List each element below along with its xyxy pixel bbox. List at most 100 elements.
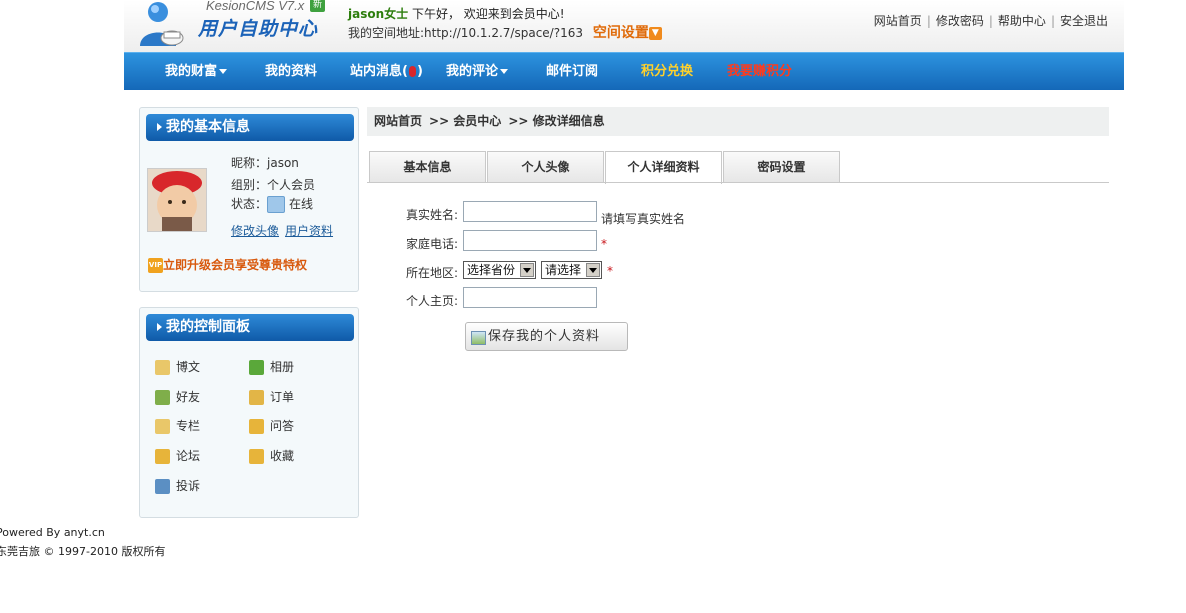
- logo-title: 用户自助中心: [198, 18, 319, 40]
- homepage-label: 个人主页:: [406, 294, 459, 308]
- tab-basic-info[interactable]: 基本信息: [369, 151, 486, 183]
- powered-by: Powered By anyt.cn: [0, 526, 105, 539]
- dropdown-arrow-icon[interactable]: [586, 263, 600, 277]
- tab-password[interactable]: 密码设置: [723, 151, 840, 183]
- profile-nickname: 昵称：jason: [231, 156, 299, 170]
- logo-version: KesionCMS V7.x: [206, 0, 305, 13]
- nav-points-exchange[interactable]: 积分兑换: [641, 53, 693, 90]
- forum-bubble-icon: [155, 449, 170, 464]
- status-label: 状态：: [231, 197, 268, 211]
- chat-bubble-icon: [249, 419, 264, 434]
- cp-column[interactable]: 专栏: [155, 417, 200, 434]
- profile-links: 修改头像 用户资料: [231, 222, 339, 239]
- city-value: 请选择: [545, 263, 582, 277]
- cp-qa-label: 问答: [270, 419, 295, 433]
- phone-input[interactable]: [463, 230, 597, 251]
- cp-qa[interactable]: 问答: [249, 417, 294, 434]
- space-settings-link[interactable]: 空间设置: [593, 25, 649, 41]
- cp-orders-label: 订单: [270, 390, 295, 404]
- orders-icon: [249, 390, 264, 405]
- cp-forum-label: 论坛: [176, 449, 201, 463]
- nav-mail-subscribe[interactable]: 邮件订阅: [546, 53, 598, 90]
- cp-blog[interactable]: 博文: [155, 358, 200, 375]
- nav-wealth[interactable]: 我的财富: [165, 53, 228, 90]
- phone-label: 家庭电话:: [406, 237, 459, 251]
- crumb-current: >> 修改详细信息: [508, 114, 605, 128]
- new-badge: 新: [310, 0, 325, 12]
- space-address: 我的空间地址:http://10.1.2.7/space/?163 空间设置 ▼: [348, 22, 662, 42]
- avatar[interactable]: [147, 168, 207, 232]
- province-select[interactable]: 选择省份: [463, 261, 536, 279]
- profile-panel: 我的基本信息 昵称：jason 组别：个人会员 状态： 在线 修改头像 用户资料 V…: [139, 107, 359, 292]
- main-nav: 我的财富 我的资料 站内消息() 我的评论 邮件订阅 积分兑换 我要赚积分: [124, 52, 1124, 90]
- top-links: 网站首页 | 修改密码 | 帮助中心 | 安全退出: [873, 14, 1108, 28]
- blog-edit-icon: [155, 360, 170, 375]
- image-icon: [471, 331, 486, 345]
- nav-comments[interactable]: 我的评论: [446, 53, 509, 90]
- cp-album[interactable]: 相册: [249, 358, 294, 375]
- region-required-mark: *: [607, 264, 613, 278]
- realname-input[interactable]: [463, 201, 597, 222]
- tabs-divider: [367, 182, 1109, 183]
- nav-messages-label: 站内消息: [350, 64, 403, 79]
- homepage-input[interactable]: [463, 287, 597, 308]
- region-label: 所在地区:: [406, 266, 459, 280]
- cp-complaint[interactable]: 投诉: [155, 477, 200, 494]
- nav-my-profile[interactable]: 我的资料: [265, 53, 317, 90]
- crumb-member[interactable]: >> 会员中心: [429, 114, 501, 128]
- cp-friends-label: 好友: [176, 390, 201, 404]
- save-label: 保存我的个人资料: [488, 329, 601, 344]
- profile-status: 状态： 在线: [231, 195, 313, 213]
- control-panel: 我的控制面板 博文 相册 好友 订单 专栏 问答 论坛 收藏 投诉: [139, 307, 359, 518]
- favorites-icon: [249, 449, 264, 464]
- link-change-password[interactable]: 修改密码: [936, 14, 984, 28]
- profile-title-text: 我的基本信息: [166, 119, 250, 135]
- save-profile-button[interactable]: 保存我的个人资料: [465, 322, 628, 351]
- breadcrumb: 网站首页 >> 会员中心 >> 修改详细信息: [367, 107, 1109, 136]
- space-url-text: 我的空间地址:http://10.1.2.7/space/?163: [348, 26, 583, 40]
- upgrade-text: 立即升级会员享受尊贵特权: [163, 258, 308, 272]
- city-select[interactable]: 请选择: [541, 261, 602, 279]
- copyright: 东莞吉旅 © 1997-2010 版权所有: [0, 545, 166, 558]
- nav-earn-points[interactable]: 我要赚积分: [727, 53, 792, 90]
- dropdown-arrow-icon[interactable]: [520, 263, 534, 277]
- vip-icon: VIP: [148, 258, 163, 273]
- control-panel-title: 我的控制面板: [146, 314, 354, 341]
- link-help[interactable]: 帮助中心: [998, 14, 1046, 28]
- tab-avatar[interactable]: 个人头像: [487, 151, 604, 183]
- chevron-down-icon[interactable]: ▼: [648, 27, 662, 40]
- user-info-link[interactable]: 用户资料: [285, 224, 333, 238]
- cp-favorites[interactable]: 收藏: [249, 447, 294, 464]
- nav-messages[interactable]: 站内消息(): [350, 53, 423, 90]
- link-home[interactable]: 网站首页: [874, 14, 922, 28]
- greeting-text: 下午好， 欢迎来到会员中心!: [408, 7, 565, 21]
- upgrade-vip-link[interactable]: VIP立即升级会员享受尊贵特权: [148, 256, 307, 273]
- link-logout[interactable]: 安全退出: [1060, 14, 1108, 28]
- cp-forum[interactable]: 论坛: [155, 447, 200, 464]
- user-logo-icon: [140, 2, 184, 46]
- nav-wealth-label: 我的财富: [165, 64, 218, 79]
- message-count-badge: [408, 66, 416, 77]
- column-edit-icon: [155, 419, 170, 434]
- username: jason女士: [348, 7, 409, 21]
- realname-hint: 请填写真实姓名: [601, 212, 686, 226]
- crumb-home[interactable]: 网站首页: [374, 114, 422, 128]
- greeting: jason女士 下午好， 欢迎来到会员中心!: [348, 5, 565, 22]
- caret-down-icon: [500, 69, 509, 74]
- album-icon: [249, 360, 264, 375]
- cp-album-label: 相册: [270, 360, 295, 374]
- cp-friends[interactable]: 好友: [155, 388, 200, 405]
- province-value: 选择省份: [467, 263, 516, 277]
- friends-icon: [155, 390, 170, 405]
- cp-blog-label: 博文: [176, 360, 201, 374]
- cp-favorites-label: 收藏: [270, 449, 295, 463]
- realname-label: 真实姓名:: [406, 208, 459, 222]
- caret-down-icon: [219, 69, 228, 74]
- edit-avatar-link[interactable]: 修改头像: [231, 224, 279, 238]
- online-user-icon: [267, 196, 286, 213]
- nav-comments-label: 我的评论: [446, 64, 499, 79]
- tab-detail-info[interactable]: 个人详细资料: [605, 151, 722, 184]
- phone-required-mark: *: [601, 237, 607, 251]
- complaint-table-icon: [155, 479, 170, 494]
- cp-orders[interactable]: 订单: [249, 388, 294, 405]
